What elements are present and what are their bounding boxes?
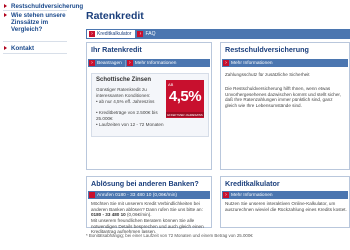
mehr-informationen-button[interactable]: › Mehr Informationen (126, 60, 180, 67)
tab-label: Kreditkalkulator (97, 31, 132, 37)
offer-bullet: • ab nur 4,5% eff. Jahreszins (96, 99, 155, 104)
panel-button-bar: › Mehr Informationen (222, 191, 348, 199)
mehr-informationen-button[interactable]: › Mehr Informationen (223, 192, 276, 199)
tab-bar: › Kreditkalkulator › FAQ (86, 29, 350, 39)
offer-bullet: • Kreditbeträge von 2.500€ bis 25.000€ (96, 110, 158, 121)
arrow-right-icon (3, 13, 9, 19)
panel-title: Restschuldversicherung (225, 45, 309, 54)
panel-text: Möchten Sie mit unserem Kredit Verbindli… (91, 201, 203, 218)
footnote: * Bonitätsabhängig; bei einer Laufzeit v… (86, 233, 253, 238)
phone-icon (89, 192, 95, 198)
main-content: Ratenkredit › Kreditkalkulator › FAQ Ihr… (80, 0, 350, 250)
panel-restschuldversicherung: Restschuldversicherung › Mehr Informatio… (220, 42, 350, 170)
panel-title: Ablösung bei anderen Banken? (91, 179, 199, 188)
badge-footer: EFFEKTIVER JAHRESZINS (166, 112, 204, 117)
divider (3, 41, 67, 42)
mehr-informationen-button[interactable]: › Mehr Informationen (223, 60, 276, 67)
chevron-right-icon: › (223, 60, 229, 66)
tab-faq[interactable]: › FAQ (135, 30, 159, 38)
divider (3, 10, 67, 11)
button-label: Anrufen 0180 - 33 480 10 (0,06€/min) (97, 192, 178, 198)
sidebar-item-label: Wie stehen unsere Zinssätze im Vergleich… (11, 12, 66, 34)
chevron-right-icon: › (126, 60, 133, 66)
chevron-right-icon: › (223, 192, 229, 198)
panel-text: Nutzen Sie unseren interaktiven Online-K… (225, 201, 347, 212)
panel-text: Zahlungsschutz für zusätzliche Sicherhei… (225, 72, 310, 77)
panel-title: Kreditkalkulator (225, 179, 280, 188)
anrufen-button[interactable]: Anrufen 0180 - 33 480 10 (0,06€/min) (89, 192, 180, 199)
offer-intro: Günstiger Ratenkredit zu interessanten K… (96, 87, 151, 98)
offer-title: Schottische Zinsen (96, 77, 152, 83)
tab-label: FAQ (145, 31, 156, 37)
chevron-right-icon: › (89, 60, 95, 66)
panel-button-bar: › Mehr Informationen (222, 59, 348, 67)
sidebar-item-label: Kontakt (11, 45, 35, 52)
arrow-right-icon (3, 4, 9, 10)
panel-kreditkalkulator: Kreditkalkulator › Mehr Informationen Nu… (220, 176, 350, 228)
panel-text: Die Restschuldversicherung hilft Ihnen, … (225, 86, 341, 108)
offer-box: Schottische Zinsen Günstiger Ratenkredit… (91, 73, 209, 137)
sidebar: Restschuldversicherung Wie stehen unsere… (0, 0, 83, 250)
panel-button-bar: › Beantragen › Mehr Informationen (88, 59, 210, 67)
button-label: Mehr Informationen (231, 60, 273, 66)
panel-ratenkredit: Ihr Ratenkredit › Beantragen › Mehr Info… (86, 42, 212, 170)
sidebar-item-kontakt[interactable]: Kontakt (3, 45, 69, 52)
chevron-right-icon: › (89, 31, 95, 37)
arrow-right-icon (3, 46, 9, 52)
sidebar-item-zinssaetze[interactable]: Wie stehen unsere Zinssätze im Vergleich… (3, 12, 69, 34)
badge-rate: 4,5% (168, 88, 202, 105)
panel-button-bar: Anrufen 0180 - 33 480 10 (0,06€/min) (88, 191, 210, 199)
chevron-right-icon: › (137, 31, 144, 37)
rate-badge: AB 4,5% EFFEKTIVER JAHRESZINS (166, 80, 204, 118)
phone-number: 0180 - 33 480 10 (91, 212, 126, 218)
tab-kreditkalkulator[interactable]: › Kreditkalkulator (87, 30, 136, 38)
button-label: Mehr Informationen (231, 192, 273, 198)
offer-bullet: • Laufzeiten von 12 - 72 Monaten (96, 122, 164, 127)
button-label: Beantragen (97, 60, 122, 66)
panel-abloesung: Ablösung bei anderen Banken? Anrufen 018… (86, 176, 212, 234)
page-title: Ratenkredit (86, 10, 144, 22)
button-label: Mehr Informationen (134, 60, 177, 66)
beantragen-button[interactable]: › Beantragen (89, 59, 126, 67)
divider (3, 53, 67, 54)
badge-prefix: AB (168, 82, 174, 87)
panel-title: Ihr Ratenkredit (91, 45, 142, 54)
page: Restschuldversicherung Wie stehen unsere… (0, 0, 350, 250)
